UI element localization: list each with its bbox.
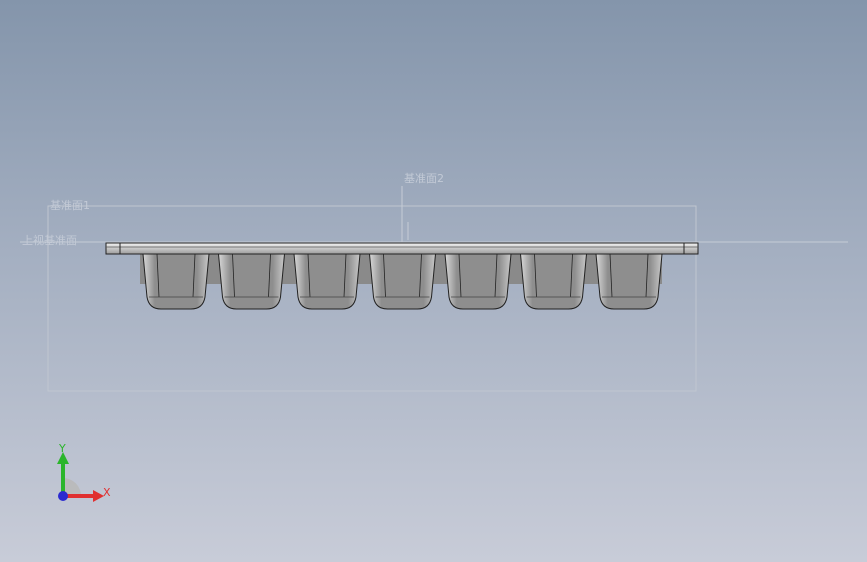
z-axis-dot: [58, 491, 68, 501]
cavity-3: [293, 253, 361, 310]
plane-label-top[interactable]: 上视基准面: [22, 232, 77, 248]
y-axis-label: Y: [59, 442, 66, 455]
coordinate-triad: Y X: [40, 440, 130, 510]
cavity-5: [444, 253, 512, 310]
model-scene[interactable]: [0, 0, 867, 562]
plane-rect-outline[interactable]: [47, 205, 697, 392]
plane-label-plane2[interactable]: 基准面2: [404, 170, 444, 186]
triad-graphic: [57, 452, 104, 502]
tray-flange: [105, 242, 699, 255]
graphics-viewport[interactable]: 基准面1 基准面2 上视基准面 Y X: [0, 0, 867, 562]
cavity-1: [142, 253, 210, 310]
cavity-4: [368, 253, 437, 310]
plane-label-plane1[interactable]: 基准面1: [50, 197, 90, 213]
cavity-7: [595, 253, 663, 310]
x-axis-label: X: [103, 486, 111, 499]
cavity-2: [217, 253, 286, 310]
tray-part[interactable]: [105, 242, 699, 310]
cavity-6: [519, 253, 588, 310]
